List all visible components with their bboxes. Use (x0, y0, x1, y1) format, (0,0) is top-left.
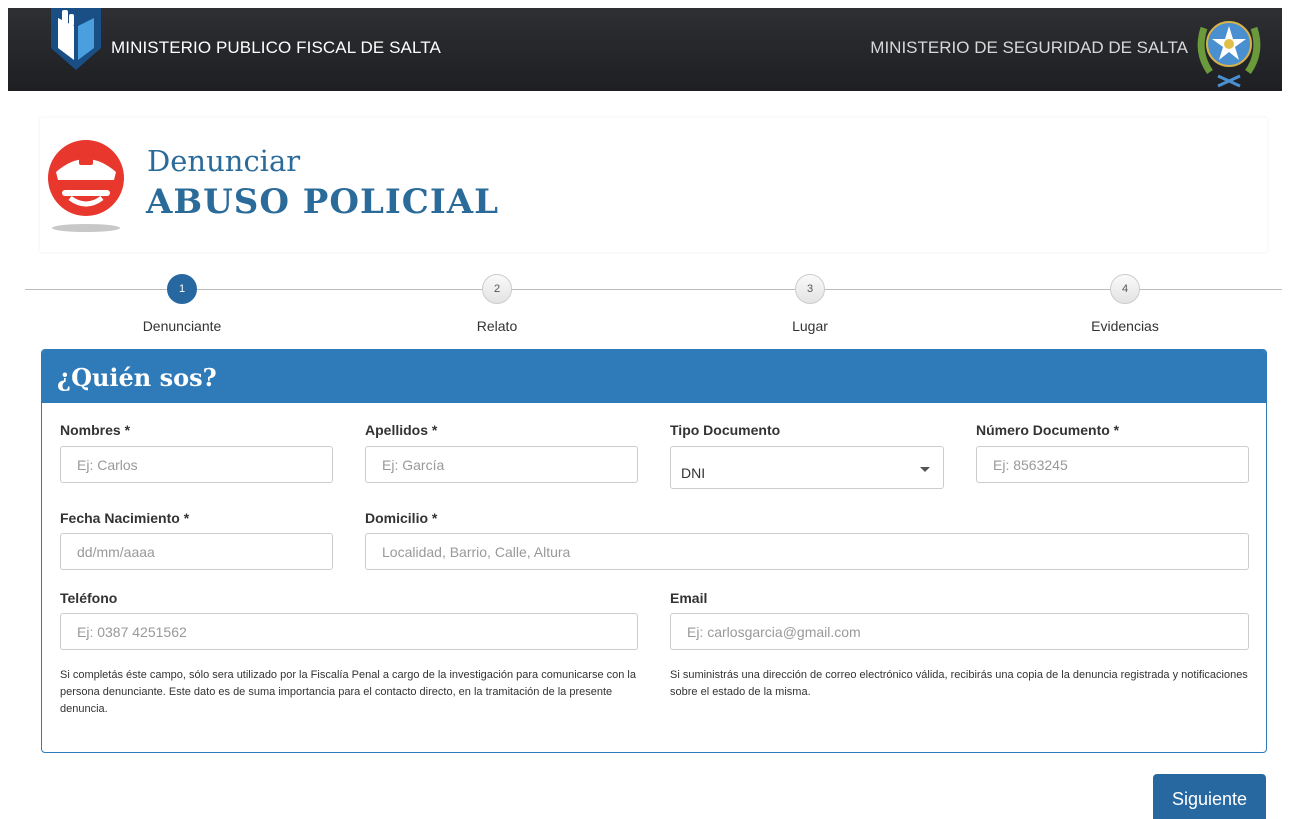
right-agency-title: MINISTERIO DE SEGURIDAD DE SALTA (870, 38, 1188, 57)
header-title: ABUSO POLICIAL (146, 182, 500, 222)
apellidos-input[interactable] (365, 446, 638, 483)
numero-documento-label: Número Documento * (976, 422, 1120, 438)
top-bar: MINISTERIO PUBLICO FISCAL DE SALTA MINIS… (8, 8, 1282, 91)
step-relato[interactable]: 2 Relato (417, 274, 577, 334)
domicilio-input[interactable] (365, 533, 1249, 570)
domicilio-label: Domicilio * (365, 510, 438, 526)
header-card: Denunciar ABUSO POLICIAL (40, 118, 1267, 252)
apellidos-label: Apellidos * (365, 422, 438, 438)
email-help-text: Si suministrás una dirección de correo e… (670, 669, 1248, 698)
telefono-input[interactable] (60, 613, 638, 650)
ministerio-fiscal-logo-icon (51, 8, 101, 70)
step-evidencias[interactable]: 4 Evidencias (1045, 274, 1205, 334)
salta-seal-icon (1197, 21, 1261, 88)
police-officer-icon (48, 140, 124, 232)
header-subtitle: Denunciar (147, 144, 301, 178)
tipo-documento-select[interactable]: DNI (670, 446, 944, 489)
panel-title: ¿Quién sos? (57, 363, 217, 392)
left-agency-title: MINISTERIO PUBLICO FISCAL DE SALTA (111, 38, 441, 57)
fecha-nacimiento-label: Fecha Nacimiento * (60, 510, 190, 526)
tipo-documento-label: Tipo Documento (670, 422, 781, 438)
email-label: Email (670, 590, 708, 606)
numero-documento-input[interactable] (976, 446, 1249, 483)
nombres-input[interactable] (60, 446, 333, 483)
panel-header: ¿Quién sos? (42, 350, 1266, 403)
step-number: 3 (795, 274, 825, 304)
step-lugar[interactable]: 3 Lugar (730, 274, 890, 334)
form-panel: ¿Quién sos? Nombres * Apellidos * Tipo D… (41, 349, 1267, 753)
step-number: 1 (167, 274, 197, 304)
step-denunciante[interactable]: 1 Denunciante (102, 274, 262, 334)
telefono-label: Teléfono (60, 590, 118, 606)
tipo-documento-value: DNI (681, 465, 706, 481)
step-label: Denunciante (142, 318, 222, 334)
chevron-down-icon (920, 467, 930, 472)
step-number: 4 (1110, 274, 1140, 304)
nombres-label: Nombres * (60, 422, 131, 438)
fecha-nacimiento-input[interactable] (60, 533, 333, 570)
step-label: Lugar (792, 318, 828, 334)
telefono-help-text: Si completás éste campo, sólo sera utili… (60, 669, 636, 715)
email-input[interactable] (670, 613, 1249, 650)
step-number: 2 (482, 274, 512, 304)
next-button[interactable]: Siguiente (1153, 774, 1266, 819)
step-label: Relato (476, 318, 518, 334)
step-label: Evidencias (1091, 318, 1159, 334)
